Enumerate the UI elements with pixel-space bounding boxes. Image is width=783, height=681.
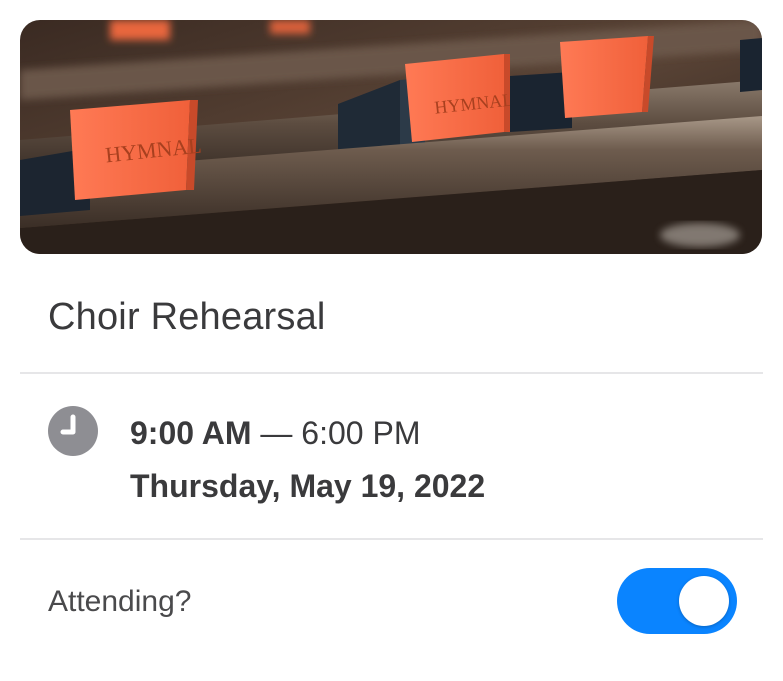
attending-label: Attending? bbox=[48, 585, 192, 618]
event-date: Thursday, May 19, 2022 bbox=[130, 468, 486, 504]
time-separator: — bbox=[251, 415, 302, 451]
event-hero-image: HYMNAL HYMNAL bbox=[20, 20, 762, 254]
divider-top bbox=[20, 372, 763, 374]
attending-toggle[interactable] bbox=[617, 568, 737, 634]
toggle-knob[interactable] bbox=[679, 576, 729, 626]
event-start-time: 9:00 AM bbox=[130, 415, 252, 451]
event-time-range: 9:00 AM — 6:00 PM bbox=[130, 413, 420, 453]
divider-bottom bbox=[20, 538, 763, 540]
event-title: Choir Rehearsal bbox=[48, 296, 326, 338]
event-end-time: 6:00 PM bbox=[301, 415, 421, 451]
clock-icon bbox=[48, 406, 98, 456]
event-card: HYMNAL HYMNAL Choir Rehearsal 9:00 AM — … bbox=[0, 0, 783, 681]
